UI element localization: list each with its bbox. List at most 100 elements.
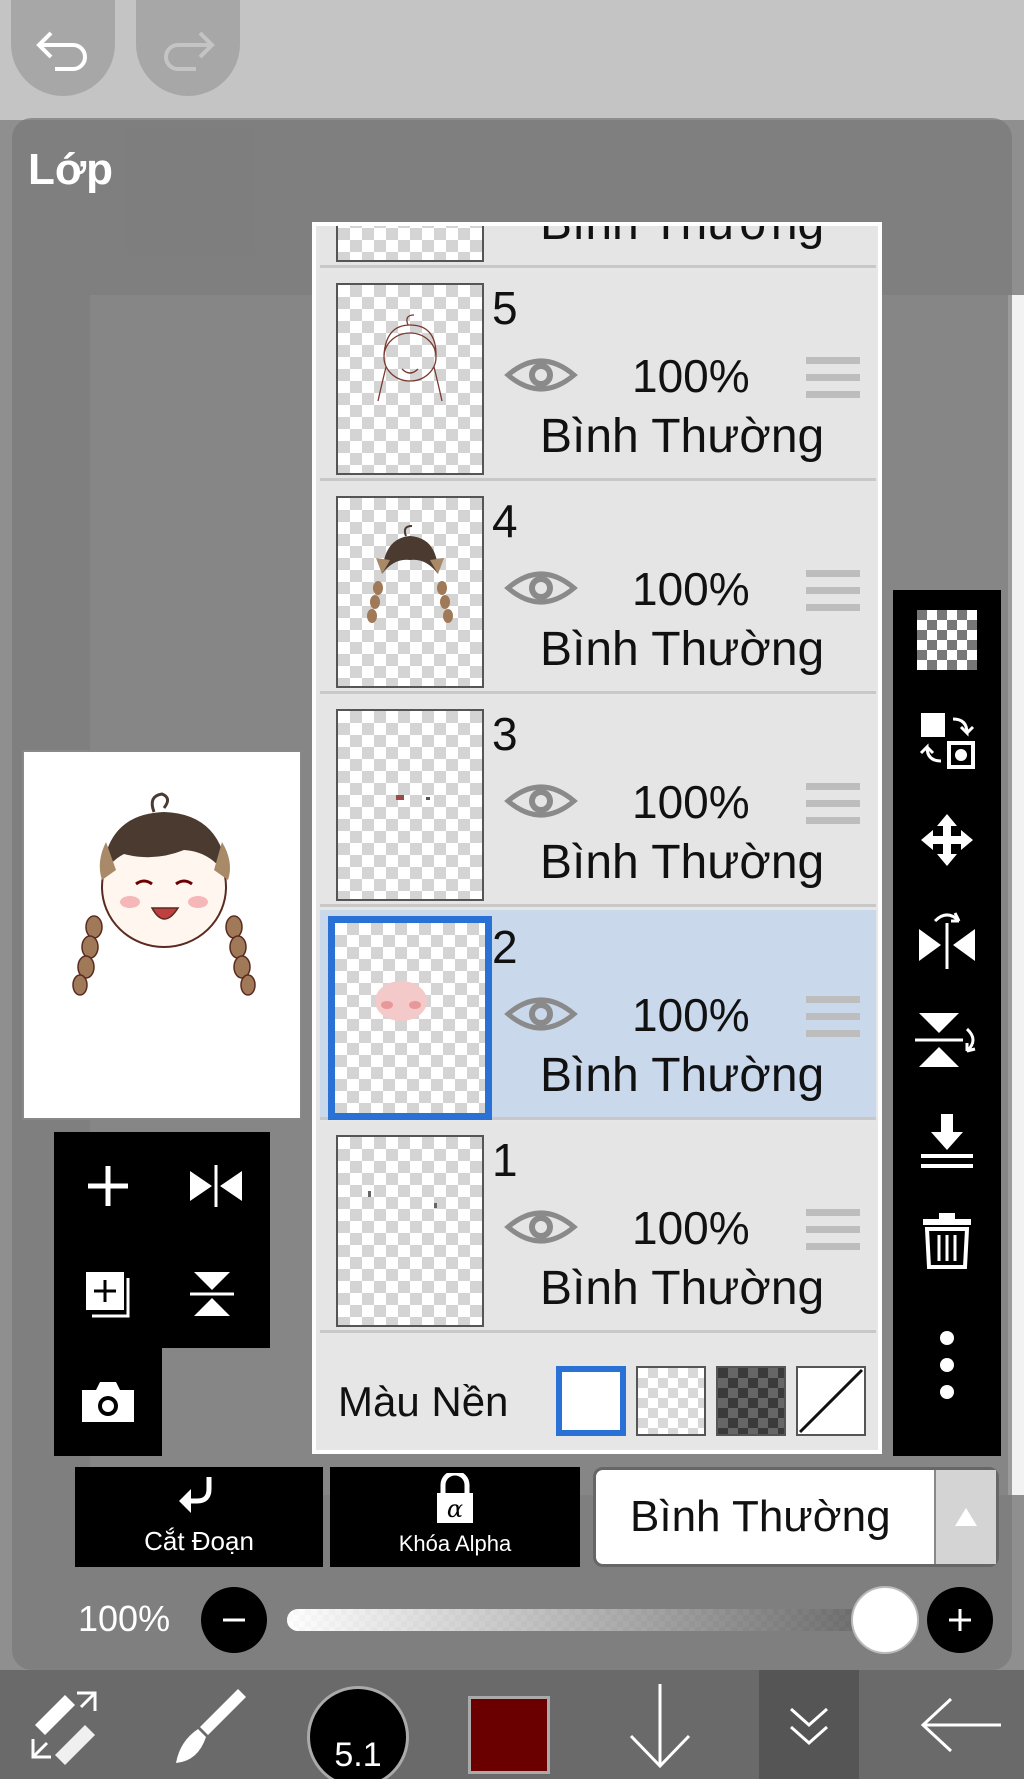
transform-button[interactable]: [20, 1670, 110, 1779]
merge-down-icon: [921, 1114, 973, 1168]
layer-opacity: 100%: [632, 776, 750, 828]
layer-thumbnail: [336, 226, 484, 262]
layer-row-5[interactable]: 5 100% Bình Thường: [320, 271, 876, 481]
add-layer-copy-button[interactable]: [54, 1240, 162, 1348]
layer-opacity: 100%: [632, 1202, 750, 1254]
brush-button[interactable]: [165, 1670, 255, 1779]
flip-vertical-button[interactable]: [893, 990, 1001, 1090]
opacity-slider-knob[interactable]: [851, 1586, 919, 1654]
drag-handle[interactable]: [806, 1209, 860, 1260]
trash-icon: [923, 1213, 971, 1269]
undo-icon: [36, 31, 87, 71]
flip-vertical-icon: [190, 1272, 234, 1316]
blend-mode-value: Bình Thường: [630, 1492, 891, 1541]
blend-mode-select[interactable]: Bình Thường: [593, 1467, 999, 1567]
preview-drawing: [72, 792, 256, 996]
visibility-toggle[interactable]: [504, 777, 578, 829]
flip-horizontal-icon: [190, 1165, 242, 1207]
layer-number: 1: [492, 1134, 518, 1186]
move-button[interactable]: [893, 790, 1001, 890]
thumbnail-hair: [367, 525, 453, 623]
thumbnail-marks: [396, 795, 430, 800]
plus-icon: [949, 1609, 971, 1631]
transparency-button[interactable]: [893, 590, 1001, 690]
opacity-label: 100%: [78, 1598, 171, 1639]
layer-thumbnail: [336, 709, 484, 901]
redo-button[interactable]: [136, 0, 240, 96]
undo-button[interactable]: [11, 0, 115, 96]
flip-vertical-icon: [915, 1013, 976, 1067]
flip-horizontal-button[interactable]: [893, 890, 1001, 990]
flip-layer-horizontal-button[interactable]: [162, 1132, 270, 1240]
current-color-button[interactable]: [468, 1696, 550, 1774]
thumbnail-highlights: [368, 1191, 437, 1208]
camera-button[interactable]: [54, 1348, 162, 1456]
brush-size-button[interactable]: 5.1: [307, 1686, 409, 1779]
add-layer-button[interactable]: [54, 1132, 162, 1240]
none-diagonal-icon: [798, 1368, 864, 1434]
opacity-increase-button[interactable]: [927, 1587, 993, 1653]
layer-row-4[interactable]: 4 100% Bình Thường: [320, 484, 876, 694]
bg-swatch-light-checker[interactable]: [636, 1366, 706, 1436]
layer-number: 5: [492, 282, 518, 334]
delete-layer-button[interactable]: [893, 1190, 1001, 1290]
layer-row-2[interactable]: 2 100% Bình Thường: [320, 910, 876, 1120]
background-color-label: Màu Nền: [338, 1378, 509, 1425]
layer-row-1[interactable]: 1 100% Bình Thường: [320, 1123, 876, 1333]
brush-size-value: 5.1: [334, 1736, 382, 1774]
layer-blend-mode: Bình Thường: [540, 623, 825, 676]
camera-icon: [82, 1382, 134, 1422]
top-bar: [0, 0, 1024, 120]
collapse-panel-button[interactable]: [759, 1670, 859, 1779]
layer-number: 4: [492, 495, 518, 547]
swap-layer-button[interactable]: [893, 690, 1001, 790]
clipping-button[interactable]: Cắt Đoạn: [75, 1467, 323, 1567]
thumbnail-blush: [375, 981, 427, 1021]
canvas-preview[interactable]: [22, 750, 302, 1120]
right-tool-column: [893, 590, 1001, 1456]
merge-down-button[interactable]: [893, 1090, 1001, 1190]
alpha-lock-button[interactable]: α Khóa Alpha: [330, 1467, 580, 1567]
swap-layer-icon: [919, 713, 975, 769]
bg-swatch-none[interactable]: [796, 1366, 866, 1436]
more-button[interactable]: [893, 1300, 1001, 1430]
opacity-decrease-button[interactable]: [201, 1587, 267, 1653]
visibility-toggle[interactable]: [504, 990, 578, 1042]
layer-thumbnail: [328, 916, 492, 1120]
flip-horizontal-icon: [919, 912, 975, 969]
eye-icon: [504, 784, 578, 818]
redo-icon: [164, 31, 215, 71]
svg-text:α: α: [447, 1495, 463, 1523]
brush-icon: [176, 1688, 246, 1763]
drag-handle[interactable]: [806, 783, 860, 834]
bg-swatch-dark-checker[interactable]: [716, 1366, 786, 1436]
eye-icon: [504, 358, 578, 392]
visibility-toggle[interactable]: [504, 1203, 578, 1255]
flip-layer-vertical-button[interactable]: [162, 1240, 270, 1348]
opacity-slider[interactable]: [287, 1586, 919, 1654]
layer-down-button[interactable]: [620, 1670, 700, 1779]
panel-title: Lớp: [28, 145, 114, 194]
drag-handle[interactable]: [806, 357, 860, 408]
layer-number: 3: [492, 708, 518, 760]
layer-row-3[interactable]: 3 100% Bình Thường: [320, 697, 876, 907]
visibility-toggle[interactable]: [504, 564, 578, 616]
bottom-toolbar: 5.1: [0, 1670, 1024, 1779]
layer-thumbnail: [336, 1135, 484, 1327]
drag-handle[interactable]: [806, 570, 860, 621]
layer-opacity: 100%: [632, 563, 750, 615]
back-button[interactable]: [910, 1670, 1010, 1779]
blend-mode-dropdown-button[interactable]: [934, 1470, 996, 1564]
layer-list[interactable]: Bình Thường 5 100% Bình Thường 4 100% Bì…: [312, 222, 882, 1454]
drag-handle[interactable]: [806, 996, 860, 1047]
bg-swatch-white[interactable]: [556, 1366, 626, 1436]
layer-row-partial[interactable]: Bình Thường: [320, 226, 876, 268]
transparency-icon: [917, 610, 977, 670]
minus-icon: [223, 1618, 245, 1622]
background-color-row: Màu Nền: [320, 1346, 876, 1450]
double-chevron-down-icon: [790, 1707, 828, 1745]
clipping-icon: [179, 1477, 212, 1513]
layer-number: 2: [492, 921, 518, 973]
layer-blend-mode: Bình Thường: [540, 836, 825, 889]
visibility-toggle[interactable]: [504, 351, 578, 403]
